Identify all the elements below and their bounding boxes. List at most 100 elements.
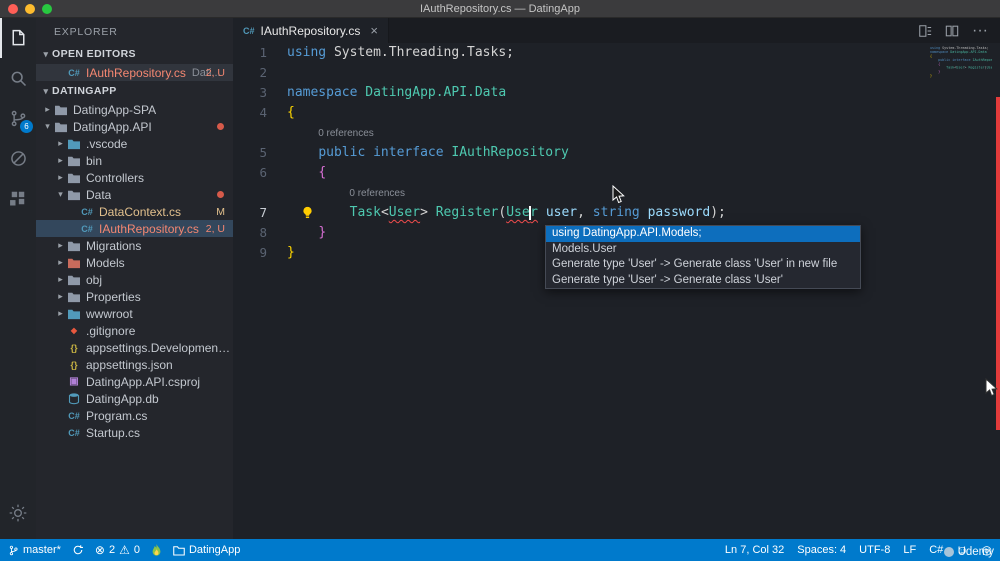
quick-fix-item-generate-type-user-generate-class-user[interactable]: Generate type 'User' -> Generate class '… (546, 273, 860, 289)
sync-button[interactable] (72, 544, 84, 556)
item-label: bin (86, 153, 103, 168)
line-number: 3 (259, 85, 267, 100)
close-tab-icon[interactable]: × (370, 23, 378, 38)
chevron-right-icon[interactable]: ▸ (55, 274, 66, 285)
chevron-down-icon[interactable]: ▾ (42, 121, 53, 132)
database-file-icon (66, 392, 82, 405)
eol-setting[interactable]: LF (903, 544, 916, 556)
tree-item-vscode[interactable]: ▸ .vscode (36, 135, 233, 152)
cursor-position[interactable]: Ln 7, Col 32 (725, 544, 784, 556)
code-line-7[interactable]: 7 Task<User> Register(User user, string … (233, 203, 1000, 223)
tree-item-datingapp-api-csproj[interactable]: ▣ DatingApp.API.csproj (36, 373, 233, 390)
tree-item-datacontext-cs[interactable]: C# DataContext.cs M (36, 203, 233, 220)
tree-item-bin[interactable]: ▸ bin (36, 152, 233, 169)
activity-search[interactable] (0, 58, 36, 98)
tree-item-startup-cs[interactable]: C# Startup.cs (36, 424, 233, 441)
code-line-1[interactable]: 1 using System.Threading.Tasks; (233, 43, 1000, 63)
activity-settings[interactable] (0, 493, 36, 533)
chevron-right-icon[interactable]: ▸ (55, 138, 66, 149)
tree-item-controllers[interactable]: ▸ Controllers (36, 169, 233, 186)
chevron-right-icon[interactable]: ▸ (55, 155, 66, 166)
tree-item-properties[interactable]: ▸ Properties (36, 288, 233, 305)
folder-section-header[interactable]: ▾ DATINGAPP (36, 81, 233, 101)
minimap[interactable]: using System.Threading.Tasks; namespace D… (930, 46, 992, 130)
chevron-right-icon[interactable]: ▸ (55, 308, 66, 319)
editor-actions: ··· (918, 18, 1000, 43)
tab-iauthrepository[interactable]: C# IAuthRepository.cs × (233, 18, 389, 43)
tree-item-datingapp-spa[interactable]: ▸ DatingApp-SPA (36, 101, 233, 118)
tree-item-program-cs[interactable]: C# Program.cs (36, 407, 233, 424)
tree-item-gitignore[interactable]: ◆ .gitignore (36, 322, 233, 339)
code-line-5[interactable]: 5 public interface IAuthRepository (233, 143, 1000, 163)
item-label: obj (86, 272, 103, 287)
problems-indicator[interactable]: ⊗ 2 ⚠ 0 (95, 544, 140, 556)
more-actions-icon[interactable]: ··· (972, 22, 988, 40)
titlebar: IAuthRepository.cs — DatingApp (0, 0, 1000, 18)
encoding-setting[interactable]: UTF-8 (859, 544, 890, 556)
quick-fix-item-generate-type-user-generate-class-user-i[interactable]: Generate type 'User' -> Generate class '… (546, 257, 860, 273)
close-window-button[interactable] (8, 4, 18, 14)
activity-extensions[interactable] (0, 178, 36, 218)
tree-item-migrations[interactable]: ▸ Migrations (36, 237, 233, 254)
tree-item-appsettings-json[interactable]: {} appsettings.json (36, 356, 233, 373)
chevron-down-icon[interactable]: ▾ (55, 189, 66, 200)
window-title: IAuthRepository.cs — DatingApp (420, 2, 580, 15)
open-editors-header[interactable]: ▾ OPEN EDITORS (36, 44, 233, 64)
item-label: DatingApp-SPA (73, 102, 157, 117)
tree-item-data[interactable]: ▾ Data (36, 186, 233, 203)
activity-debug[interactable] (0, 138, 36, 178)
quick-fix-item-using-datingapp-api-models[interactable]: using DatingApp.API.Models; (546, 226, 860, 242)
tree-item-wwwroot[interactable]: ▸ wwwroot (36, 305, 233, 322)
code-text: Task<User> Register(User user, string pa… (349, 205, 726, 220)
codelens-text: 0 references (318, 128, 374, 139)
item-label: IAuthRepository.cs (86, 65, 186, 80)
tree-item-appsettings-development-js[interactable]: {} appsettings.Development.js... (36, 339, 233, 356)
code-text: public interface IAuthRepository (318, 145, 569, 160)
folder-icon (66, 240, 82, 252)
code-line-2[interactable]: 2 (233, 63, 1000, 83)
tree-item-datingapp-db[interactable]: DatingApp.db (36, 390, 233, 407)
git-branch-indicator[interactable]: master* (8, 544, 61, 557)
activity-source-control[interactable]: 6 (0, 98, 36, 138)
open-changes-icon[interactable] (918, 24, 932, 38)
chevron-right-icon[interactable]: ▸ (55, 172, 66, 183)
codelens-row[interactable]: 0 references (233, 123, 1000, 143)
codelens-row[interactable]: 0 references (233, 183, 1000, 203)
quick-fix-item-models-user[interactable]: Models.User (546, 242, 860, 258)
item-label: Controllers (86, 170, 145, 185)
split-editor-icon[interactable] (945, 24, 959, 38)
chevron-right-icon[interactable]: ▸ (55, 240, 66, 251)
chevron-right-icon[interactable]: ▸ (42, 104, 53, 115)
activity-explorer[interactable] (0, 18, 36, 58)
window-controls (8, 4, 52, 14)
code-line-4[interactable]: 4{ (233, 103, 1000, 123)
tree-item-datingapp-api[interactable]: ▾ DatingApp.API (36, 118, 233, 135)
item-label: Data (86, 187, 112, 202)
project-indicator[interactable]: DatingApp (173, 544, 240, 556)
item-label: Program.cs (86, 408, 148, 423)
language-mode[interactable]: C# (929, 544, 943, 556)
zoom-window-button[interactable] (42, 4, 52, 14)
tree-item-models[interactable]: ▸ Models (36, 254, 233, 271)
item-label: Models (86, 255, 125, 270)
csharp-file-icon: C# (243, 25, 255, 36)
open-editor-iauthrepository-cs[interactable]: C# IAuthRepository.cs Dati... 2, U (36, 64, 233, 81)
chevron-right-icon[interactable]: ▸ (55, 291, 66, 302)
omnisharp-status[interactable] (151, 543, 162, 557)
branch-icon (9, 545, 18, 555)
tab-bar: C# IAuthRepository.cs × ··· (233, 18, 1000, 43)
code-line-6[interactable]: 6 { (233, 163, 1000, 183)
warning-icon: ⚠ (119, 543, 130, 557)
code-line-3[interactable]: 3 namespace DatingApp.API.Data (233, 83, 1000, 103)
line-number (233, 123, 277, 143)
git-status-badge: 2, U (205, 66, 225, 79)
tree-item-obj[interactable]: ▸ obj (36, 271, 233, 288)
line-number: 7 (259, 205, 267, 220)
chevron-right-icon[interactable]: ▸ (55, 257, 66, 268)
tree-item-iauthrepository-cs[interactable]: C# IAuthRepository.cs 2, U (36, 220, 233, 237)
minimize-window-button[interactable] (25, 4, 35, 14)
indentation-setting[interactable]: Spaces: 4 (797, 544, 846, 556)
line-number: 6 (259, 165, 267, 180)
folder-section-label: DATINGAPP (52, 85, 117, 97)
